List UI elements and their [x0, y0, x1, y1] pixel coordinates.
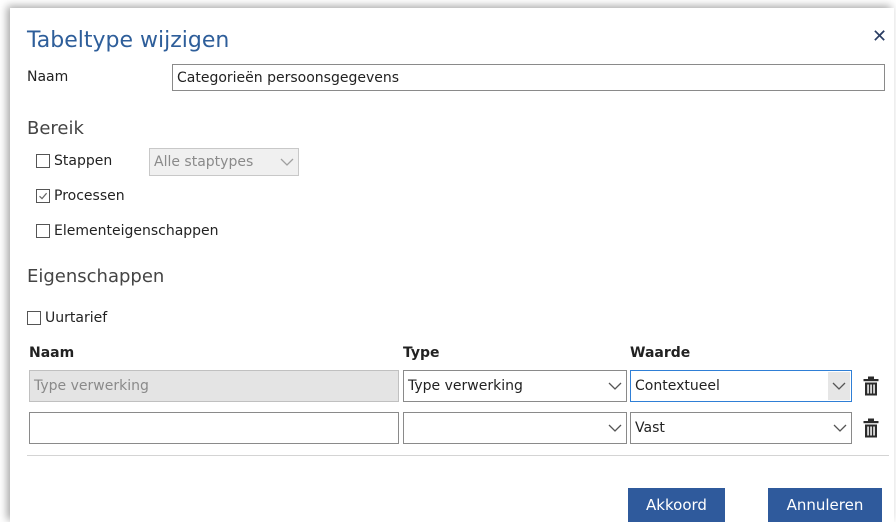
property-value-value: Contextueel	[635, 378, 720, 394]
bereik-heading: Bereik	[27, 118, 84, 139]
property-value-select[interactable]: Vast	[630, 412, 852, 444]
chevron-down-icon	[280, 158, 294, 166]
property-type-select[interactable]: Type verwerking	[403, 370, 627, 402]
divider	[27, 455, 889, 456]
elementeigenschappen-checkbox[interactable]	[36, 224, 50, 238]
staptypes-select: Alle staptypes	[149, 148, 299, 176]
chevron-down-icon	[832, 382, 846, 390]
name-input-value: Categorieën persoonsgegevens	[177, 69, 400, 86]
uurtarief-label: Uurtarief	[45, 310, 108, 326]
column-header-waarde: Waarde	[630, 345, 691, 361]
column-header-type: Type	[403, 345, 440, 361]
dialog-title: Tabeltype wijzigen	[27, 28, 230, 53]
property-name-value: Type verwerking	[34, 378, 149, 394]
property-value-value: Vast	[635, 420, 665, 436]
close-icon[interactable]: ✕	[872, 26, 887, 47]
cancel-button[interactable]: Annuleren	[768, 488, 882, 522]
name-label: Naam	[27, 69, 69, 85]
property-type-value: Type verwerking	[408, 378, 523, 394]
edit-table-type-dialog: Tabeltype wijzigen ✕ Naam Categorieën pe…	[10, 8, 894, 522]
processen-checkbox[interactable]	[36, 189, 50, 203]
name-input[interactable]: Categorieën persoonsgegevens	[172, 64, 885, 91]
elementeigenschappen-label: Elementeigenschappen	[54, 223, 219, 239]
uurtarief-checkbox[interactable]	[27, 311, 41, 325]
trash-icon[interactable]	[863, 376, 879, 396]
property-type-select[interactable]	[403, 412, 627, 444]
staptypes-select-value: Alle staptypes	[154, 154, 254, 170]
property-name-input[interactable]	[29, 412, 399, 444]
column-header-naam: Naam	[29, 345, 75, 361]
chevron-down-icon	[608, 424, 622, 432]
trash-icon[interactable]	[863, 418, 879, 438]
stappen-checkbox[interactable]	[36, 154, 50, 168]
property-value-select[interactable]: Contextueel	[630, 370, 852, 402]
property-name-input: Type verwerking	[29, 370, 399, 402]
dropdown-button[interactable]	[828, 372, 850, 400]
processen-label: Processen	[54, 188, 125, 204]
eigenschappen-heading: Eigenschappen	[27, 266, 165, 287]
stappen-label: Stappen	[54, 153, 113, 169]
checkmark-icon	[39, 192, 48, 200]
ok-button[interactable]: Akkoord	[628, 488, 725, 522]
chevron-down-icon	[608, 382, 622, 390]
chevron-down-icon	[833, 424, 847, 432]
